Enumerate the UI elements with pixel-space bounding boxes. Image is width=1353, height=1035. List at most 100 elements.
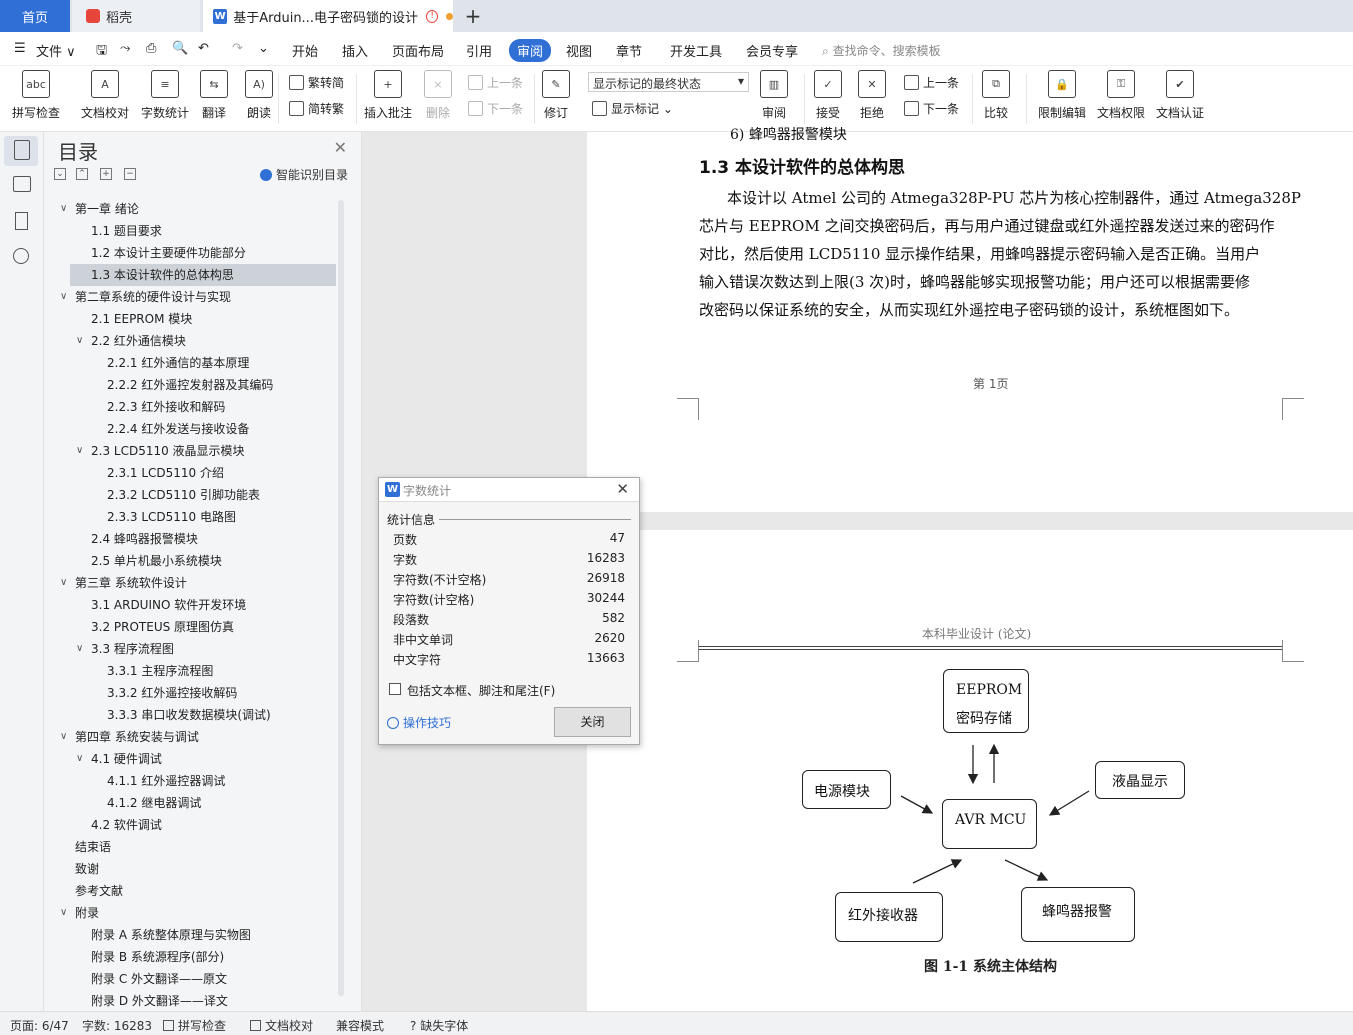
word-count-button[interactable]: ≡ 字数统计: [141, 70, 189, 121]
toc-item[interactable]: 4.1.1 红外遥控器调试: [44, 770, 336, 792]
chevron-down-icon[interactable]: ∨: [60, 572, 67, 594]
export-icon[interactable]: ⤳: [120, 41, 130, 56]
toc-item[interactable]: ∨ 附录: [44, 902, 336, 924]
toc-item[interactable]: 2.1 EEPROM 模块: [44, 308, 336, 330]
read-aloud-button[interactable]: A) 朗读: [245, 70, 273, 121]
toc-item[interactable]: 2.2.2 红外遥控发射器及其编码: [44, 374, 336, 396]
status-page[interactable]: 页面: 6/47: [10, 1017, 69, 1034]
toc-item[interactable]: 4.1.2 继电器调试: [44, 792, 336, 814]
status-word-count[interactable]: 字数: 16283: [82, 1017, 152, 1034]
toc-item[interactable]: 附录 B 系统源程序(部分): [44, 946, 336, 968]
toc-item[interactable]: ∨ 第一章 绪论: [44, 198, 336, 220]
delete-comment-button[interactable]: × 删除: [424, 70, 452, 121]
doc-certify-button[interactable]: ✔ 文档认证: [1156, 70, 1204, 121]
toc-scrollbar[interactable]: [338, 200, 344, 996]
proofread-button[interactable]: A 文档校对: [81, 70, 129, 121]
compare-button[interactable]: ⧉ 比较: [982, 70, 1010, 121]
prev-change-button[interactable]: 上一条: [904, 74, 959, 91]
chevron-down-icon[interactable]: ∨: [76, 638, 83, 660]
show-markup-button[interactable]: 显示标记 ⌄: [592, 100, 673, 117]
chevron-down-icon[interactable]: ∨: [76, 440, 83, 462]
hamburger-icon[interactable]: ☰: [14, 41, 26, 56]
tab-document[interactable]: W 基于Arduin...电子密码锁的设计 !: [203, 0, 453, 32]
new-tab-button[interactable]: +: [460, 0, 486, 32]
toc-item[interactable]: ∨ 4.1 硬件调试: [44, 748, 336, 770]
toc-item[interactable]: ∨ 2.2 红外通信模块: [44, 330, 336, 352]
toc-item[interactable]: 参考文献: [44, 880, 336, 902]
toc-item[interactable]: 2.3.3 LCD5110 电路图: [44, 506, 336, 528]
review-pane-button[interactable]: ▥ 审阅: [760, 70, 788, 121]
add-heading-icon[interactable]: +: [100, 168, 112, 180]
undo-icon[interactable]: ↶: [198, 41, 209, 56]
doc-permission-button[interactable]: ⚿ 文档权限: [1097, 70, 1145, 121]
reject-button[interactable]: ✕ 拒绝: [858, 70, 886, 121]
trad-to-simp-button[interactable]: 繁转简: [289, 74, 344, 91]
toc-item[interactable]: 2.5 单片机最小系统模块: [44, 550, 336, 572]
toc-item[interactable]: ∨ 2.3 LCD5110 液晶显示模块: [44, 440, 336, 462]
toc-item[interactable]: 3.3.2 红外遥控接收解码: [44, 682, 336, 704]
accept-button[interactable]: ✓ 接受: [814, 70, 842, 121]
print-icon[interactable]: ⎙: [146, 41, 156, 56]
menu-insert[interactable]: 插入: [342, 41, 368, 60]
toc-item[interactable]: 3.1 ARDUINO 软件开发环境: [44, 594, 336, 616]
toc-item[interactable]: ∨ 第二章系统的硬件设计与实现: [44, 286, 336, 308]
menu-dev-tools[interactable]: 开发工具: [670, 41, 722, 60]
chevron-down-icon[interactable]: ∨: [60, 286, 67, 308]
toc-item[interactable]: 2.3.1 LCD5110 介绍: [44, 462, 336, 484]
chevron-down-icon[interactable]: ∨: [76, 330, 83, 352]
toc-item[interactable]: 1.3 本设计软件的总体构思: [70, 264, 336, 286]
toc-item[interactable]: 附录 D 外文翻译——译文: [44, 990, 336, 1012]
tab-daoke[interactable]: 稻壳: [72, 0, 200, 32]
status-proofread[interactable]: 文档校对: [250, 1017, 313, 1034]
next-comment-button[interactable]: 下一条: [468, 100, 523, 117]
next-change-button[interactable]: 下一条: [904, 100, 959, 117]
quick-access-more-icon[interactable]: ⌄: [258, 41, 269, 56]
command-search[interactable]: ⌕ 查找命令、搜索模板: [822, 42, 941, 59]
toc-item[interactable]: ∨ 第四章 系统安装与调试: [44, 726, 336, 748]
close-button[interactable]: 关闭: [554, 707, 631, 737]
status-missing-font[interactable]: ? 缺失字体: [410, 1017, 468, 1034]
prev-comment-button[interactable]: 上一条: [468, 74, 523, 91]
toc-item[interactable]: 2.2.3 红外接收和解码: [44, 396, 336, 418]
find-icon[interactable]: [13, 248, 29, 264]
toc-item[interactable]: 2.4 蜂鸣器报警模块: [44, 528, 336, 550]
status-spell-check[interactable]: 拼写检查: [163, 1017, 226, 1034]
toc-item[interactable]: 2.2.1 红外通信的基本原理: [44, 352, 336, 374]
toc-item[interactable]: ∨ 第三章 系统软件设计: [44, 572, 336, 594]
menu-member[interactable]: 会员专享: [746, 41, 798, 60]
markup-state-select[interactable]: 显示标记的最终状态 ▾: [588, 72, 749, 92]
restrict-edit-button[interactable]: 🔒 限制编辑: [1038, 70, 1086, 121]
toc-item[interactable]: 结束语: [44, 836, 336, 858]
dialog-title-bar[interactable]: W 字数统计 ✕: [379, 478, 639, 502]
chevron-down-icon[interactable]: ∨: [60, 726, 67, 748]
redo-icon[interactable]: ↷: [232, 41, 243, 56]
outline-icon[interactable]: [14, 140, 30, 160]
spell-check-button[interactable]: abc 拼写检查: [12, 70, 60, 121]
ai-toc-button[interactable]: 智能识别目录: [260, 166, 348, 183]
translate-button[interactable]: ⇆ 翻译: [200, 70, 228, 121]
menu-review[interactable]: 审阅: [509, 39, 552, 62]
chevron-down-icon[interactable]: ∨: [76, 748, 83, 770]
toc-item[interactable]: 3.3.1 主程序流程图: [44, 660, 336, 682]
bookmark-icon[interactable]: [15, 212, 28, 230]
toc-item[interactable]: 1.2 本设计主要硬件功能部分: [44, 242, 336, 264]
insert-comment-button[interactable]: + 插入批注: [364, 70, 412, 121]
print-preview-icon[interactable]: 🔍: [172, 41, 188, 56]
tab-home[interactable]: 首页: [0, 0, 70, 32]
toc-item[interactable]: 附录 A 系统整体原理与实物图: [44, 924, 336, 946]
toc-item[interactable]: ∨ 3.3 程序流程图: [44, 638, 336, 660]
toc-item[interactable]: 4.2 软件调试: [44, 814, 336, 836]
toc-item[interactable]: 附录 C 外文翻译——原文: [44, 968, 336, 990]
close-icon[interactable]: ✕: [616, 480, 629, 498]
menu-reference[interactable]: 引用: [466, 41, 492, 60]
save-icon[interactable]: 🖫: [96, 41, 107, 63]
simp-to-trad-button[interactable]: 简转繁: [289, 100, 344, 117]
include-textbox-checkbox[interactable]: [389, 683, 401, 695]
menu-view[interactable]: 视图: [566, 41, 592, 60]
menu-section[interactable]: 章节: [616, 41, 642, 60]
chevron-down-icon[interactable]: ∨: [60, 198, 67, 220]
toc-item[interactable]: 1.1 题目要求: [44, 220, 336, 242]
toc-item[interactable]: 3.3.3 串口收发数据模块(调试): [44, 704, 336, 726]
menu-layout[interactable]: 页面布局: [392, 41, 444, 60]
expand-up-icon[interactable]: ⌃: [76, 168, 88, 180]
